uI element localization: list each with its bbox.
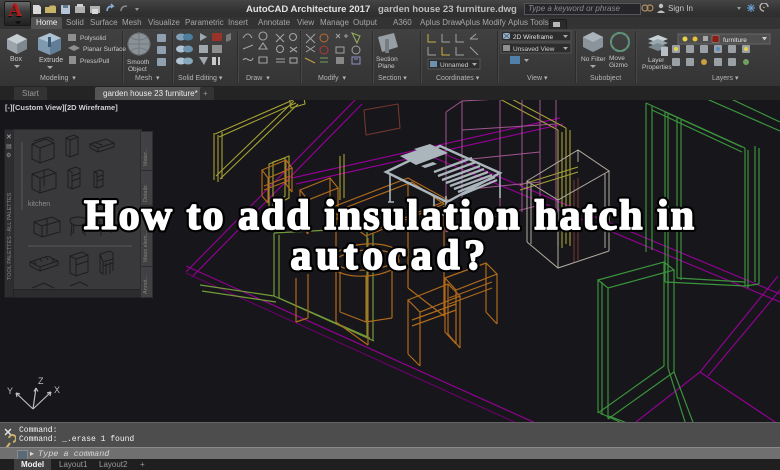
svg-text:autocad?: autocad? xyxy=(290,233,489,279)
